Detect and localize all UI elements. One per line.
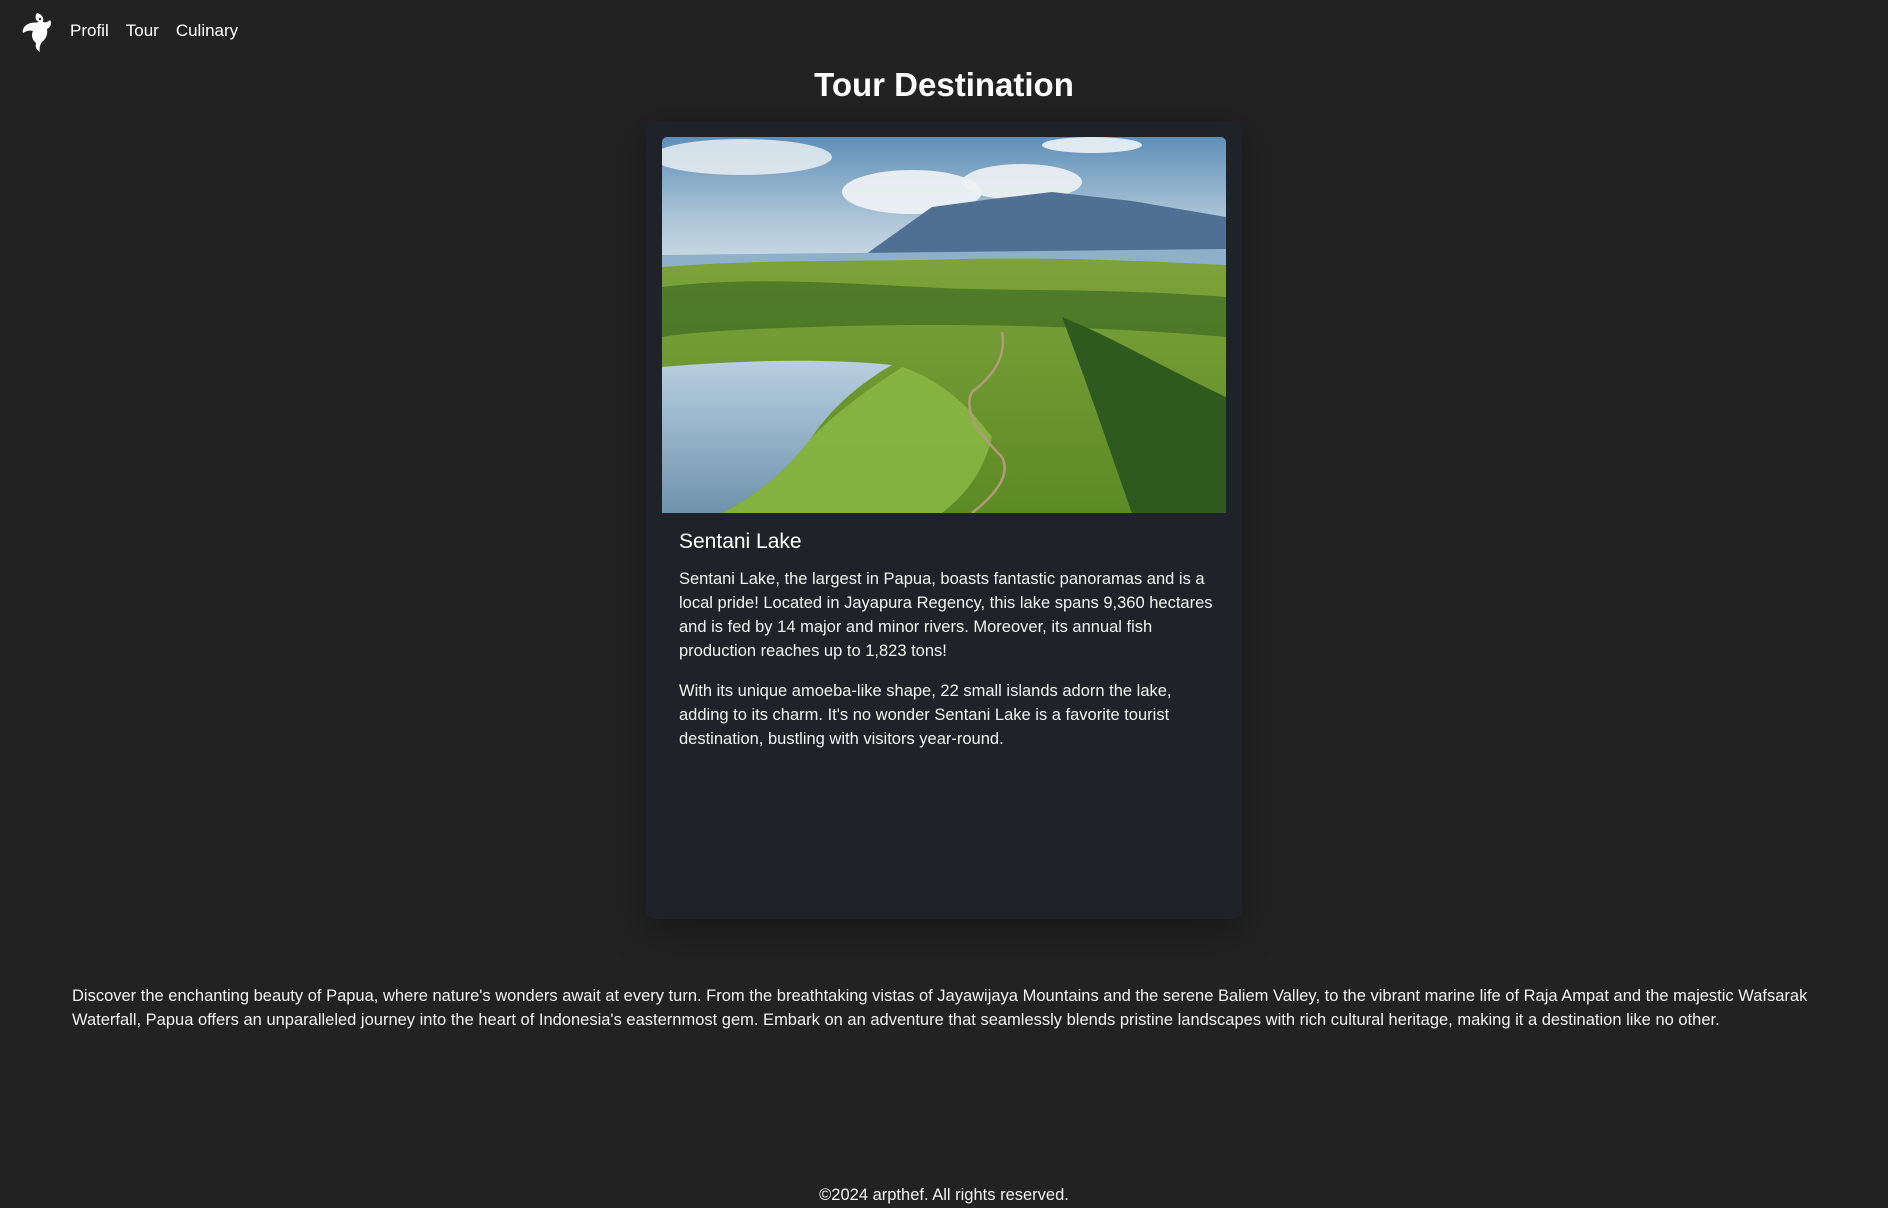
nav-link-tour[interactable]: Tour <box>126 21 159 41</box>
nav-link-profil[interactable]: Profil <box>70 21 109 41</box>
destination-card: Sentani Lake Sentani Lake, the largest i… <box>646 122 1242 919</box>
card-body: Sentani Lake Sentani Lake, the largest i… <box>679 527 1219 767</box>
card-paragraph: Sentani Lake, the largest in Papua, boas… <box>679 570 1213 660</box>
sentani-lake-photo <box>662 137 1226 513</box>
bird-of-paradise-logo-icon[interactable] <box>20 11 52 53</box>
nav-links: Profil Tour Culinary <box>70 21 238 41</box>
page-title: Tour Destination <box>814 66 1074 103</box>
footer-copyright: ©2024 arpthef. All rights reserved. <box>819 1186 1069 1204</box>
about-papua-text: Discover the enchanting beauty of Papua,… <box>72 987 1808 1029</box>
card-paragraph: With its unique amoeba-like shape, 22 sm… <box>679 682 1172 748</box>
top-navbar: Profil Tour Culinary <box>0 0 1888 66</box>
nav-link-culinary[interactable]: Culinary <box>176 21 238 41</box>
card-title: Sentani Lake <box>679 530 802 553</box>
